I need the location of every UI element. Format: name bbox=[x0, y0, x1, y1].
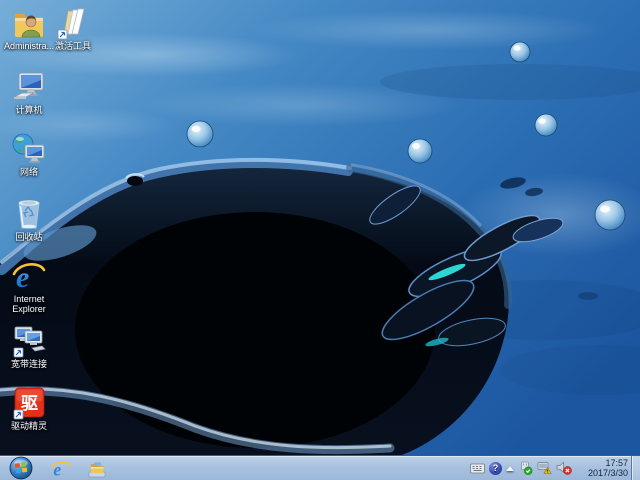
clock-date: 2017/3/30 bbox=[587, 468, 628, 478]
chevron-up-icon bbox=[506, 465, 514, 471]
desktop-icon-label: 回收站 bbox=[15, 232, 43, 242]
taskbar-windows-explorer-button[interactable] bbox=[80, 457, 114, 480]
desktop-icon-network[interactable]: 网络 bbox=[3, 132, 55, 177]
keyboard-input-tray-icon[interactable] bbox=[470, 459, 485, 477]
taskbar-internet-explorer-button[interactable]: e bbox=[44, 457, 78, 480]
driver-genius-shortcut-icon: 驱 bbox=[12, 386, 46, 420]
open-folder-shortcut-icon bbox=[56, 6, 90, 40]
computer-icon bbox=[12, 70, 46, 104]
desktop-icon-label: 宽带连接 bbox=[10, 359, 47, 369]
keyboard-icon bbox=[470, 463, 485, 473]
folder-explorer-icon bbox=[88, 462, 106, 477]
desktop-icon-activation-tools[interactable]: 激活工具 bbox=[47, 6, 99, 51]
speaker-muted-icon bbox=[556, 461, 572, 475]
network-warning-tray-icon[interactable] bbox=[537, 459, 552, 477]
internet-explorer-icon: e bbox=[12, 259, 46, 293]
network-icon bbox=[12, 132, 46, 166]
recycle-bin-icon bbox=[12, 197, 46, 231]
start-button[interactable] bbox=[8, 456, 33, 480]
driver-glyph-text: 驱 bbox=[21, 394, 38, 413]
volume-muted-tray-icon[interactable] bbox=[556, 459, 572, 477]
system-tray: ? 17:57 2017/3/30 bbox=[468, 456, 640, 480]
desktop-icon-driver-genius[interactable]: 驱 驱动精灵 bbox=[3, 386, 55, 431]
windows-logo-icon bbox=[9, 456, 32, 480]
taskbar: e ? 17:57 2017/3/30 bbox=[0, 455, 640, 480]
desktop-icon-label: 计算机 bbox=[15, 105, 43, 115]
internet-explorer-icon: e bbox=[51, 459, 71, 479]
broadband-connection-shortcut-icon bbox=[12, 324, 46, 358]
help-question-tray-icon[interactable]: ? bbox=[489, 459, 502, 477]
desktop-icon-recycle-bin[interactable]: 回收站 bbox=[3, 197, 55, 242]
desktop-icon-label: Internet Explorer bbox=[12, 294, 46, 314]
show-desktop-button[interactable] bbox=[631, 456, 640, 480]
hardware-ok-tray-icon[interactable] bbox=[518, 459, 533, 477]
desktop-icon-internet-explorer[interactable]: e Internet Explorer bbox=[3, 259, 55, 314]
desktop-wallpaper[interactable]: Administra... 激活工具 计算机 网络 回收站 e Internet… bbox=[0, 0, 640, 455]
clock-time: 17:57 bbox=[605, 458, 628, 468]
desktop-icon-label: 激活工具 bbox=[54, 41, 91, 51]
show-hidden-icons-button[interactable] bbox=[506, 459, 514, 477]
desktop-icon-label: 驱动精灵 bbox=[10, 421, 47, 431]
desktop-icon-broadband-connection[interactable]: 宽带连接 bbox=[3, 324, 55, 369]
desktop-icon-label: 网络 bbox=[19, 167, 38, 177]
safely-remove-hardware-icon bbox=[521, 461, 533, 475]
taskbar-clock[interactable]: 17:57 2017/3/30 bbox=[578, 458, 628, 478]
water-splash-wallpaper bbox=[0, 0, 640, 455]
desktop-icon-computer[interactable]: 计算机 bbox=[3, 70, 55, 115]
network-status-warning-icon bbox=[537, 462, 552, 474]
screen: Administra... 激活工具 计算机 网络 回收站 e Internet… bbox=[0, 0, 640, 480]
user-folder-icon bbox=[12, 6, 46, 40]
question-mark-icon: ? bbox=[489, 461, 502, 475]
